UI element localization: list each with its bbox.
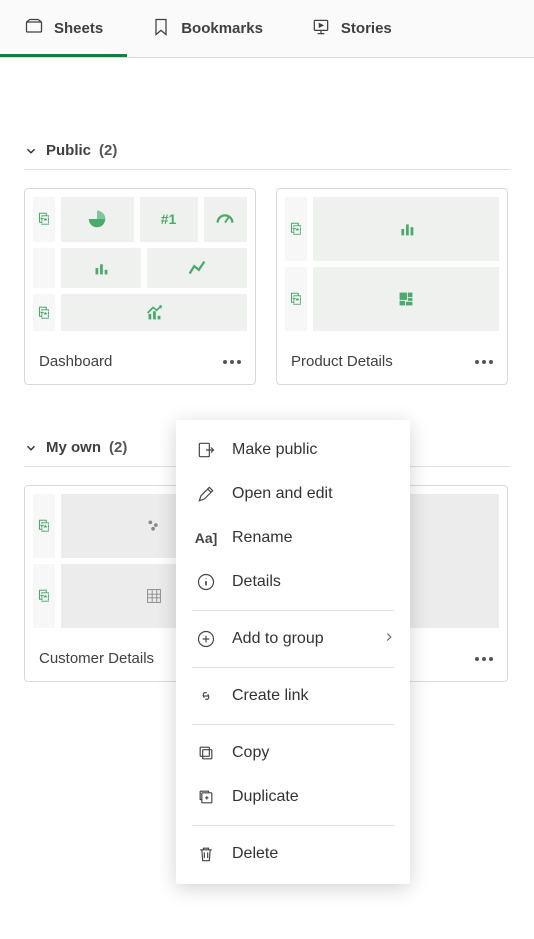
sheet-title: Dashboard	[39, 353, 112, 370]
sheet-thumbnail: ⎘ #1	[25, 189, 255, 339]
section-header-public[interactable]: Public (2)	[8, 118, 526, 169]
bar-chart-icon	[61, 248, 141, 289]
menu-label: Create link	[232, 687, 308, 705]
section-my-own-label: My own	[46, 439, 101, 456]
menu-copy[interactable]: Copy	[176, 731, 410, 775]
sheet-card-product-details[interactable]: ⎘ ⎘ Product Details	[276, 188, 508, 385]
section-my-own-count: (2)	[109, 439, 127, 456]
line-chart-icon	[147, 248, 247, 289]
menu-create-link[interactable]: Create link	[176, 674, 410, 718]
thumb-marker-icon: ⎘	[285, 267, 307, 331]
sheet-card-dashboard[interactable]: ⎘ #1	[24, 188, 256, 385]
bar-chart-icon	[313, 197, 499, 261]
menu-label: Copy	[232, 744, 269, 762]
tab-bookmarks-label: Bookmarks	[181, 20, 263, 37]
menu-open-edit[interactable]: Open and edit	[176, 472, 410, 516]
tab-stories[interactable]: Stories	[287, 0, 416, 57]
more-options-button[interactable]	[223, 360, 241, 364]
menu-label: Delete	[232, 845, 278, 863]
pencil-icon	[196, 484, 216, 504]
chevron-right-icon	[382, 630, 396, 649]
sheets-icon	[24, 17, 44, 41]
link-icon	[196, 686, 216, 706]
menu-add-to-group[interactable]: Add to group	[176, 617, 410, 661]
chevron-down-icon	[24, 441, 38, 455]
thumb-marker-icon: ⎘	[33, 494, 55, 558]
bookmark-icon	[151, 17, 171, 41]
sheet-grid-public: ⎘ #1	[8, 188, 526, 385]
section-public-label: Public	[46, 142, 91, 159]
divider	[192, 667, 394, 668]
context-menu: Make public Open and edit Aa] Rename Det…	[176, 420, 410, 884]
menu-label: Add to group	[232, 630, 324, 648]
export-icon	[196, 440, 216, 460]
chevron-down-icon	[24, 144, 38, 158]
tab-stories-label: Stories	[341, 20, 392, 37]
treemap-icon	[313, 267, 499, 331]
top-tabs: Sheets Bookmarks Stories	[0, 0, 534, 58]
gauge-icon	[204, 197, 248, 242]
sheet-title: Product Details	[291, 353, 393, 370]
combo-chart-icon	[61, 294, 247, 331]
divider	[24, 169, 510, 170]
menu-label: Rename	[232, 529, 292, 547]
copy-icon	[196, 743, 216, 763]
plus-circle-icon	[196, 629, 216, 649]
thumb-marker-icon: ⎘	[33, 564, 55, 628]
tab-bookmarks[interactable]: Bookmarks	[127, 0, 287, 57]
sheet-thumbnail: ⎘ ⎘	[277, 189, 507, 339]
section-public-count: (2)	[99, 142, 117, 159]
menu-label: Open and edit	[232, 485, 333, 503]
divider	[192, 610, 394, 611]
menu-label: Make public	[232, 441, 317, 459]
tab-sheets-label: Sheets	[54, 20, 103, 37]
more-options-button[interactable]	[475, 657, 493, 661]
thumb-marker-icon: ⎘	[33, 197, 55, 242]
kpi-hash-icon: #1	[140, 197, 198, 242]
tab-sheets[interactable]: Sheets	[0, 0, 127, 57]
more-options-button[interactable]	[475, 360, 493, 364]
section-public: Public (2) ⎘ #1	[0, 118, 534, 385]
sheet-footer: Dashboard	[25, 339, 255, 384]
pie-chart-icon	[61, 197, 134, 242]
info-icon	[196, 572, 216, 592]
duplicate-icon	[196, 787, 216, 807]
menu-label: Duplicate	[232, 788, 299, 806]
menu-details[interactable]: Details	[176, 560, 410, 604]
menu-rename[interactable]: Aa] Rename	[176, 516, 410, 560]
menu-make-public[interactable]: Make public	[176, 428, 410, 472]
divider	[192, 724, 394, 725]
menu-duplicate[interactable]: Duplicate	[176, 775, 410, 819]
stories-icon	[311, 17, 331, 41]
rename-icon: Aa]	[196, 528, 216, 548]
thumb-marker-icon: ⎘	[285, 197, 307, 261]
menu-label: Details	[232, 573, 281, 591]
thumb-marker-icon: ⎘	[33, 294, 55, 331]
thumb-side	[33, 248, 55, 289]
menu-delete[interactable]: Delete	[176, 832, 410, 876]
sheet-title: Customer Details	[39, 650, 154, 667]
divider	[192, 825, 394, 826]
sheet-footer: Product Details	[277, 339, 507, 384]
trash-icon	[196, 844, 216, 864]
